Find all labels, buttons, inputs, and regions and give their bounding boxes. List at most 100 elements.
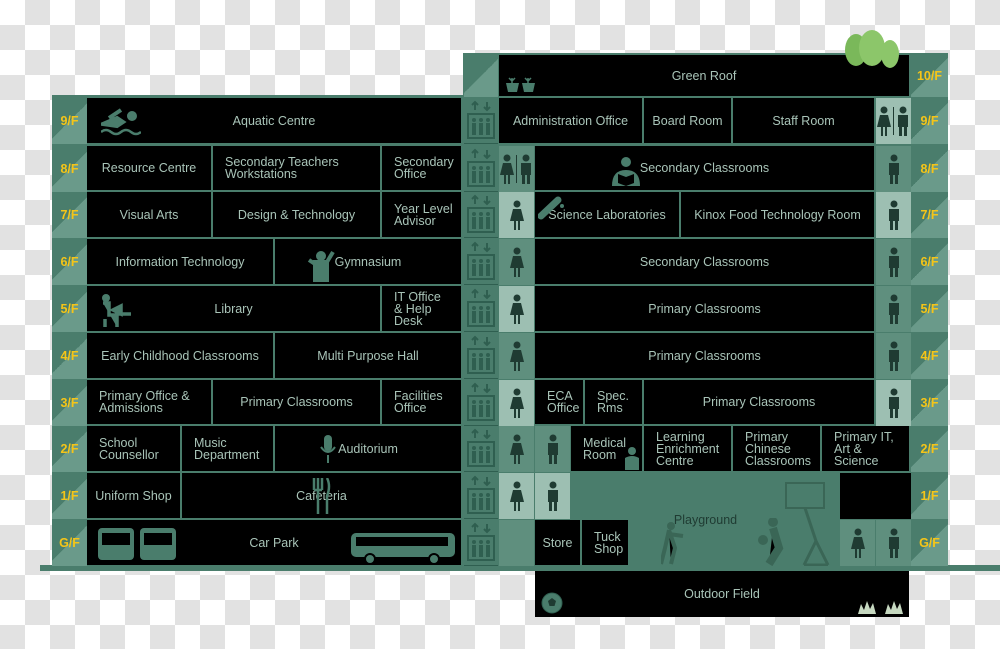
- floor-label-left: 1/F: [52, 473, 87, 519]
- room-facilities[interactable]: Facilities Office: [382, 380, 461, 424]
- room-aquatic[interactable]: Aquatic Centre: [87, 98, 461, 143]
- room-dt[interactable]: Design & Technology: [213, 192, 380, 237]
- lift-icon: [464, 146, 498, 192]
- empty-cell: [499, 520, 534, 566]
- floor-label-left: 8/F: [52, 146, 87, 192]
- room-label: Year Level Advisor: [394, 201, 453, 228]
- lift-icon: [464, 380, 498, 426]
- room-label: Administration Office: [512, 113, 629, 128]
- lift-icon: [464, 473, 498, 519]
- room-pri-cls-3[interactable]: Primary Classrooms: [644, 380, 874, 424]
- room-label: School Counsellor: [99, 435, 159, 462]
- room-sec-cls-6[interactable]: Secondary Classrooms: [535, 239, 874, 284]
- room-primary-cls-l3[interactable]: Primary Classrooms: [213, 380, 380, 424]
- room-uniform[interactable]: Uniform Shop: [87, 473, 180, 518]
- room-mph[interactable]: Multi Purpose Hall: [275, 333, 461, 378]
- room-label: Kinox Food Technology Room: [694, 207, 861, 222]
- restroom-icon: [499, 146, 534, 192]
- male-toilet-icon: [876, 146, 911, 192]
- room-spec[interactable]: Spec. Rms: [585, 380, 642, 424]
- room-pri-it[interactable]: Primary IT, Art & Science: [822, 426, 909, 471]
- room-label: Secondary Office: [394, 155, 454, 181]
- floor-label-right: 5/F: [911, 286, 948, 332]
- room-label: Design & Technology: [237, 207, 356, 222]
- players-icon: [661, 518, 784, 566]
- room-lec[interactable]: Learning Enrichment Centre: [644, 426, 731, 471]
- room-primary-office[interactable]: Primary Office & Admissions: [87, 380, 211, 424]
- room-sec-teachers[interactable]: Secondary Teachers Workstations: [213, 146, 380, 190]
- male-toilet-icon: [876, 520, 911, 566]
- room-eca[interactable]: ECA Office: [535, 380, 583, 424]
- female-toilet-icon: [499, 239, 534, 285]
- room-board[interactable]: Board Room: [644, 98, 731, 143]
- room-kinox[interactable]: Kinox Food Technology Room: [681, 192, 874, 237]
- room-label: Car Park: [249, 535, 299, 550]
- room-label: Tuck Shop: [594, 529, 624, 556]
- coach-icon: [351, 533, 455, 565]
- room-pri-cls-4[interactable]: Primary Classrooms: [535, 333, 874, 378]
- male-toilet-icon: [876, 192, 911, 238]
- room-label: Early Childhood Classrooms: [101, 348, 259, 363]
- room-outdoor[interactable]: Outdoor Field: [535, 571, 909, 617]
- male-toilet-icon: [876, 380, 911, 426]
- room-info-tech[interactable]: Information Technology: [87, 239, 273, 284]
- male-toilet-icon: [876, 333, 911, 379]
- room-label: ECA Office: [547, 389, 580, 415]
- trees-icon: [845, 30, 899, 68]
- restroom-icon: [876, 98, 911, 144]
- room-admin[interactable]: Administration Office: [499, 98, 642, 143]
- floor-label-left: 2/F: [52, 426, 87, 472]
- room-pri-cls-5[interactable]: Primary Classrooms: [535, 286, 874, 331]
- room-label: Gymnasium: [334, 254, 402, 269]
- room-label: Library: [214, 301, 253, 316]
- room-music[interactable]: Music Department: [182, 426, 273, 471]
- room-label: Multi Purpose Hall: [317, 348, 419, 363]
- floor-label-right: 3/F: [911, 380, 948, 426]
- floor-label-left: G/F: [52, 520, 87, 566]
- weightlifter-icon: [307, 250, 335, 282]
- room-label: Outdoor Field: [684, 587, 760, 601]
- lift-icon: [464, 426, 498, 472]
- room-label: Learning Enrichment Centre: [656, 429, 720, 468]
- room-auditorium[interactable]: Auditorium: [275, 426, 461, 471]
- room-label: Primary IT, Art & Science: [834, 429, 894, 468]
- swimmer-icon: [101, 108, 141, 136]
- room-resource[interactable]: Resource Centre: [87, 146, 211, 190]
- room-early-childhood[interactable]: Early Childhood Classrooms: [87, 333, 273, 378]
- unused-space: [840, 473, 911, 519]
- floor-label-right: G/F: [911, 520, 948, 566]
- room-counsellor[interactable]: School Counsellor: [87, 426, 180, 471]
- room-label: Primary Chinese Classrooms: [745, 429, 811, 468]
- room-label: Auditorium: [338, 441, 398, 456]
- room-sec-office[interactable]: Secondary Office: [382, 146, 461, 190]
- room-label: Green Roof: [671, 68, 737, 83]
- bus-icon: [98, 528, 176, 560]
- cutlery-icon: [312, 478, 331, 514]
- room-visual-arts[interactable]: Visual Arts: [87, 192, 211, 237]
- room-label: Secondary Classrooms: [639, 161, 770, 175]
- room-gym[interactable]: Gymnasium: [275, 239, 461, 284]
- room-store[interactable]: Store: [535, 520, 580, 565]
- floor-label-right: 7/F: [911, 192, 948, 238]
- room-staff[interactable]: Staff Room: [733, 98, 874, 143]
- room-label: Music Department: [194, 435, 260, 462]
- floor-label-right: 1/F: [911, 473, 948, 519]
- floor-label-left: 5/F: [52, 286, 87, 332]
- female-toilet-icon: [499, 426, 534, 472]
- room-it-office[interactable]: IT Office & Help Desk: [382, 286, 461, 331]
- room-label: Secondary Teachers Workstations: [225, 155, 339, 181]
- teacher-reading-icon: [612, 157, 640, 186]
- room-tuck[interactable]: Tuck Shop: [582, 520, 628, 565]
- room-year-level[interactable]: Year Level Advisor: [382, 192, 461, 237]
- female-toilet-icon: [840, 520, 875, 566]
- soccer-ball-icon: [541, 592, 563, 614]
- room-pri-chinese[interactable]: Primary Chinese Classrooms: [733, 426, 820, 471]
- lift-icon: [464, 520, 498, 566]
- female-toilet-icon: [499, 192, 534, 238]
- lift-icon: [464, 98, 498, 144]
- female-toilet-icon: [499, 286, 534, 332]
- room-sec-cls-8[interactable]: Secondary Classrooms: [535, 146, 874, 190]
- room-label: Information Technology: [115, 254, 245, 269]
- room-label: Visual Arts: [119, 207, 179, 222]
- room-label: IT Office & Help Desk: [394, 289, 441, 328]
